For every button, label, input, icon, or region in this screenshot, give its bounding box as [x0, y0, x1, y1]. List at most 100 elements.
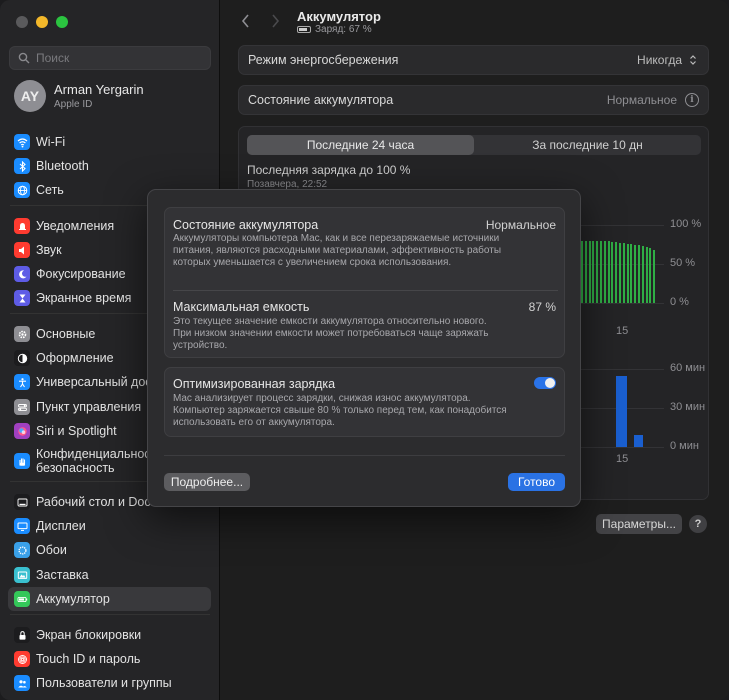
battery-level-bar	[626, 243, 629, 303]
level-gridline	[569, 303, 664, 304]
back-button[interactable]	[237, 12, 253, 30]
sidebar-item-label: Пользователи и группы	[36, 676, 172, 690]
battery-health-row: Состояние аккумулятора Нормальное i	[238, 85, 709, 115]
battery-level-bar	[592, 241, 595, 303]
activity-axis-label: 30 мин	[670, 401, 706, 413]
minimize-button[interactable]	[36, 16, 48, 28]
screen-activity-bar	[634, 435, 643, 447]
search-icon	[18, 52, 30, 64]
sidebar-item-label: Обои	[36, 543, 67, 557]
gear-icon	[14, 326, 30, 342]
battery-level-bar	[588, 241, 591, 303]
battery-level-bar	[596, 241, 599, 303]
sidebar-item-wallpaper[interactable]: Обои	[8, 538, 211, 562]
screen-activity-bar	[616, 375, 627, 447]
level-axis-label: 0 %	[670, 296, 689, 308]
user-name: Arman Yergarin	[54, 82, 144, 97]
bluetooth-icon	[14, 158, 30, 174]
sidebar-divider	[10, 614, 210, 615]
hand-icon	[14, 453, 30, 469]
battery-level-bar	[611, 242, 614, 303]
window-controls	[16, 16, 68, 28]
capacity-value: 87 %	[528, 300, 556, 314]
avatar: AY	[14, 80, 46, 112]
capacity-description: Это текущее значение емкости аккумулятор…	[173, 316, 489, 351]
hourglass-icon	[14, 290, 30, 306]
sidebar-item-users[interactable]: Пользователи и группы	[8, 671, 211, 695]
forward-button[interactable]	[267, 12, 283, 30]
optimized-charging-toggle[interactable]	[534, 377, 556, 389]
sidebar-item-fingerprint[interactable]: Touch ID и пароль	[8, 647, 211, 671]
display-icon	[14, 518, 30, 534]
search-field[interactable]	[9, 46, 211, 70]
options-button[interactable]: Параметры...	[596, 514, 682, 534]
battery-level-bar	[641, 246, 644, 303]
moon-icon	[14, 266, 30, 282]
sidebar-item-screensaver[interactable]: Заставка	[8, 563, 211, 587]
low-power-mode-select[interactable]: Никогда	[637, 53, 699, 67]
fingerprint-icon	[14, 651, 30, 667]
speaker-icon	[14, 242, 30, 258]
sidebar-item-wifi[interactable]: Wi-Fi	[8, 130, 211, 154]
usage-period-segmented-control: Последние 24 часа За последние 10 дн	[247, 135, 701, 155]
low-power-mode-value: Никогда	[637, 53, 682, 67]
dialog-divider	[164, 455, 565, 456]
sidebar-item-label: Заставка	[36, 568, 89, 582]
search-input[interactable]	[36, 51, 206, 65]
battery-level-bar	[638, 245, 640, 303]
screensaver-icon	[14, 567, 30, 583]
battery-level-bar	[645, 246, 648, 303]
sidebar-item-label: Wi-Fi	[36, 135, 66, 149]
wallpaper-icon	[14, 542, 30, 558]
close-button[interactable]	[16, 16, 28, 28]
health-value: Нормальное	[485, 218, 556, 232]
sidebar-item-label: Touch ID и пароль	[36, 652, 141, 666]
settings-window: AY Arman Yergarin Apple ID Wi-Fi Bluetoot…	[0, 0, 729, 700]
done-button[interactable]: Готово	[508, 473, 565, 491]
sidebar-item-label: Аккумулятор	[36, 592, 110, 606]
battery-health-value: Нормальное	[606, 93, 677, 107]
battery-level-bar	[630, 243, 633, 303]
user-subtitle: Apple ID	[54, 99, 93, 110]
health-title: Состояние аккумулятора	[173, 218, 319, 232]
health-description: Аккумуляторы компьютера Mac, как и все п…	[173, 233, 502, 268]
info-icon[interactable]: i	[685, 93, 699, 107]
activity-axis-label: 60 мин	[670, 362, 706, 374]
sidebar-item-display[interactable]: Дисплеи	[8, 514, 211, 538]
activity-gridline	[569, 447, 664, 448]
appearance-icon	[14, 350, 30, 366]
tab-last-24-hours[interactable]: Последние 24 часа	[247, 135, 474, 155]
optimized-charging-description: Mac анализирует процесс зарядки, снижая …	[173, 393, 507, 428]
level-gridline	[569, 225, 664, 226]
apple-id-account[interactable]: AY Arman Yergarin Apple ID	[14, 80, 144, 112]
help-button[interactable]: ?	[689, 515, 707, 533]
battery-level-bar	[584, 241, 587, 303]
dock-icon	[14, 494, 30, 510]
zoom-button[interactable]	[56, 16, 68, 28]
activity-gridline	[569, 369, 664, 370]
battery-health-label: Состояние аккумулятора	[248, 93, 394, 107]
battery-level-bar	[653, 249, 656, 303]
sidebar-item-lock[interactable]: Экран блокировки	[8, 623, 211, 647]
level-x-tick: 15	[616, 325, 629, 337]
battery-info-card: Состояние аккумулятора Нормальное Аккуму…	[164, 207, 565, 358]
tab-last-10-days[interactable]: За последние 10 дн	[474, 135, 701, 155]
battery-level-bar	[619, 242, 621, 303]
page-title: Аккумулятор	[297, 9, 381, 24]
card-divider	[173, 290, 558, 291]
battery-health-dialog: Состояние аккумулятора Нормальное Аккуму…	[147, 189, 581, 507]
more-info-button[interactable]: Подробнее...	[164, 473, 250, 491]
bell-icon	[14, 218, 30, 234]
toolbar: Аккумулятор Заряд: 67 %	[221, 0, 729, 40]
sidebar-item-bluetooth[interactable]: Bluetooth	[8, 154, 211, 178]
battery-level-bar	[607, 241, 610, 303]
sidebar-item-battery[interactable]: Аккумулятор	[8, 587, 211, 611]
battery-level-bar	[634, 244, 637, 303]
activity-x-tick: 15	[616, 453, 629, 465]
last-charge-label: Последняя зарядка до 100 %	[247, 163, 411, 177]
battery-icon	[297, 26, 311, 33]
battery-level-bar	[603, 241, 606, 303]
chevron-right-icon	[271, 14, 279, 28]
optimized-charging-title: Оптимизированная зарядка	[173, 377, 336, 391]
battery-level-bar	[615, 242, 618, 303]
